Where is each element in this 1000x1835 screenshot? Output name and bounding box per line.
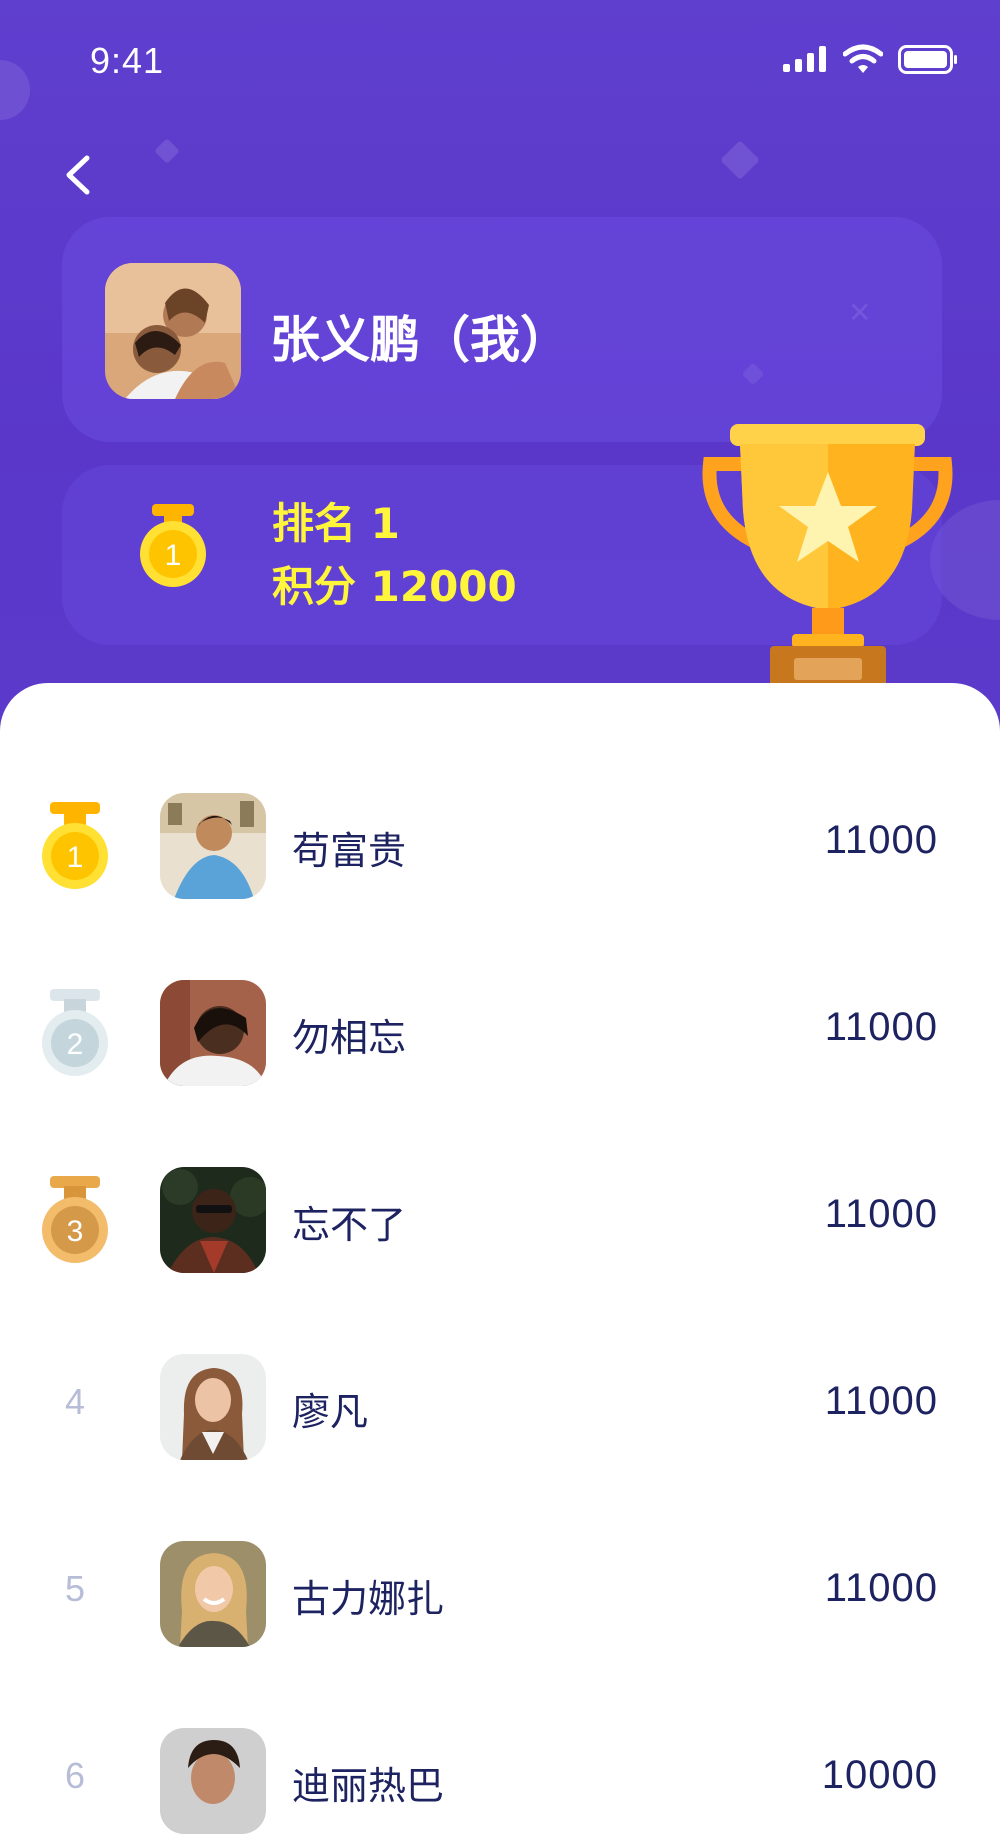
list-item[interactable]: 5 古力娜扎 11000 (0, 1538, 1000, 1648)
bronze-medal-icon: 3 (42, 1176, 108, 1263)
my-medal-number: 1 (165, 539, 182, 572)
row-name: 廖凡 (292, 1390, 369, 1434)
wifi-icon (843, 44, 883, 73)
rank-number: 5 (64, 1568, 86, 1609)
decor-diamond (154, 138, 180, 164)
rank-number: 2 (67, 1028, 84, 1061)
list-item[interactable]: 1 苟富贵 11000 (0, 790, 1000, 900)
rank-number: 4 (64, 1381, 86, 1422)
gold-medal-icon: 1 (42, 802, 108, 889)
list-item[interactable]: 2 勿相忘 11000 (0, 977, 1000, 1087)
back-icon[interactable] (55, 150, 105, 200)
avatar (160, 793, 266, 899)
row-name: 迪丽热巴 (292, 1764, 445, 1808)
avatar (160, 980, 266, 1086)
rank-number: 3 (67, 1215, 84, 1248)
status-time: 9:41 (90, 40, 165, 81)
list-item[interactable]: 6 迪丽热巴 10000 (0, 1725, 1000, 1835)
profile-avatar (105, 263, 241, 399)
avatar (160, 1728, 266, 1834)
trophy-icon (702, 424, 953, 706)
row-score: 11000 (824, 1192, 938, 1236)
row-name: 苟富贵 (292, 829, 407, 873)
battery-icon (898, 45, 957, 74)
avatar (160, 1354, 266, 1460)
row-name: 忘不了 (292, 1203, 407, 1247)
row-name: 勿相忘 (292, 1016, 407, 1060)
signal-icon (783, 46, 826, 72)
silver-medal-icon: 2 (42, 989, 108, 1076)
row-score: 11000 (824, 1379, 938, 1423)
status-bar: 9:41 (0, 0, 1000, 120)
row-name: 古力娜扎 (292, 1577, 445, 1621)
row-score: 11000 (824, 1005, 938, 1049)
list-item[interactable]: 3 忘不了 11000 (0, 1164, 1000, 1274)
leaderboard-header: ✕ 9:41 张义鹏（我） 1 排名 1 积分 12000 (0, 0, 1000, 740)
rank-number: 6 (64, 1755, 86, 1796)
my-rank: 排名 1 (272, 499, 400, 548)
my-score: 积分 12000 (272, 562, 517, 611)
decor-diamond (720, 140, 760, 180)
row-score: 11000 (824, 818, 938, 862)
list-item[interactable]: 4 廖凡 11000 (0, 1351, 1000, 1461)
avatar (160, 1541, 266, 1647)
avatar (160, 1167, 266, 1273)
leaderboard-list: 1 苟富贵 11000 2 勿相忘 11000 3 忘不了 11000 4 廖凡… (0, 683, 1000, 1834)
medal-icon: 1 (140, 504, 206, 587)
rank-number: 1 (67, 841, 84, 874)
profile-name: 张义鹏（我） (270, 311, 570, 369)
row-score: 11000 (824, 1566, 938, 1610)
row-score: 10000 (821, 1753, 938, 1797)
